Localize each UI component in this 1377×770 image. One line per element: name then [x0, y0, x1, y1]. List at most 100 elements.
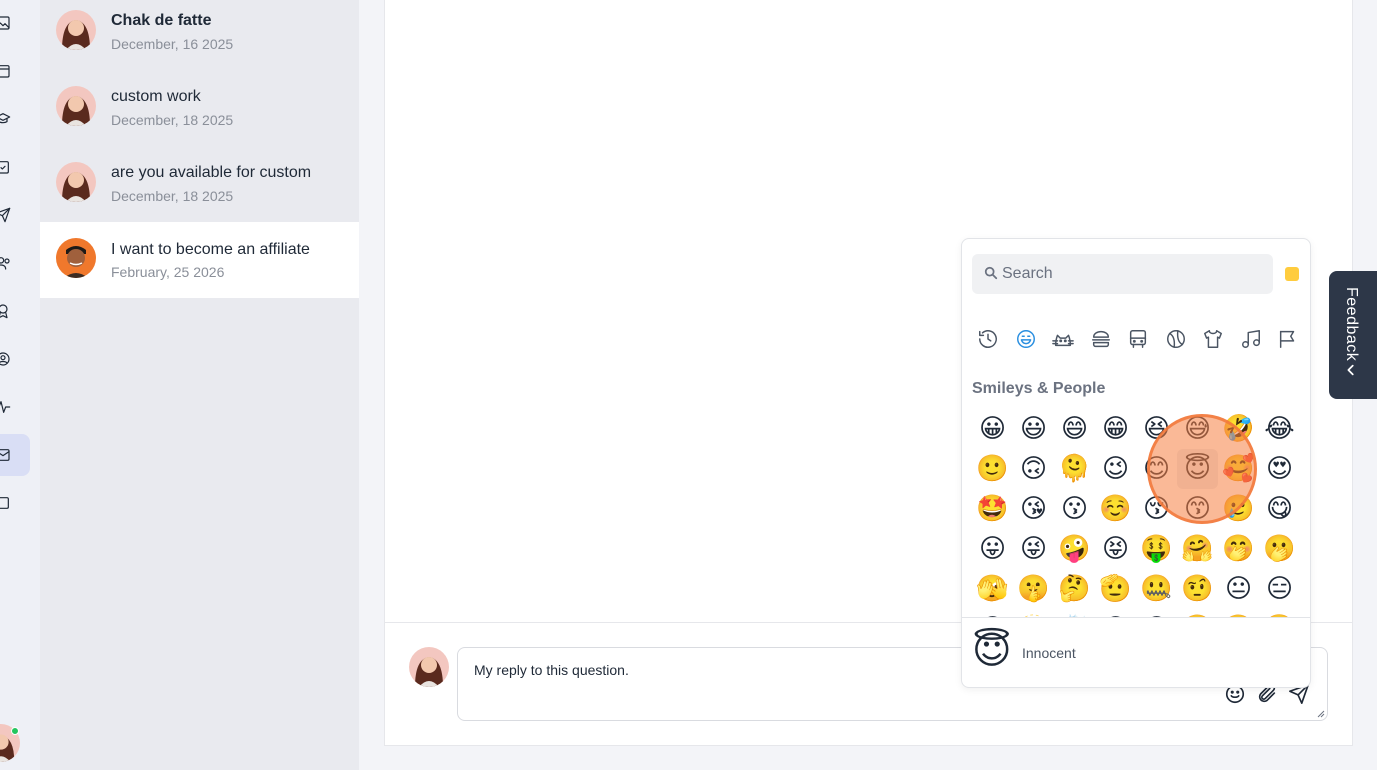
- emoji-item[interactable]: 😅: [1177, 409, 1218, 449]
- skin-tone-selector[interactable]: [1285, 267, 1299, 281]
- emoji-preview-icon: 😇: [972, 628, 1012, 672]
- emoji-item[interactable]: 😇: [1177, 449, 1218, 489]
- send-icon[interactable]: [0, 206, 12, 224]
- woman-avatar: [56, 10, 96, 50]
- emoji-item[interactable]: 🤪: [1054, 529, 1095, 569]
- conversation-title: I want to become an affiliate: [111, 241, 310, 258]
- calendar-icon[interactable]: [0, 62, 12, 80]
- conversation-date: December, 18 2025: [111, 112, 234, 128]
- emoji-item[interactable]: 😙: [1177, 489, 1218, 529]
- emoji-item[interactable]: 🤨: [1177, 569, 1218, 609]
- emoji-category-bar: [976, 327, 1300, 351]
- emoji-item[interactable]: 🤫: [1013, 569, 1054, 609]
- smiley-icon[interactable]: [1014, 327, 1038, 351]
- emoji-item[interactable]: 🤭: [1218, 529, 1259, 569]
- conversation-item[interactable]: Chak de fatte December, 16 2025: [40, 0, 359, 76]
- feedback-label: Feedback: [1343, 287, 1360, 362]
- inbox-icon[interactable]: [0, 446, 12, 464]
- emoji-item[interactable]: 😶‍🌫️: [1054, 609, 1095, 617]
- emoji-item[interactable]: 😐: [1218, 569, 1259, 609]
- emoji-item[interactable]: 😑: [1259, 569, 1300, 609]
- emoji-item[interactable]: 🥲: [1218, 489, 1259, 529]
- icon-rail: [0, 0, 40, 770]
- emoji-item[interactable]: 😄: [1054, 409, 1095, 449]
- emoji-item[interactable]: 😊: [1136, 449, 1177, 489]
- music-icon[interactable]: [1239, 327, 1263, 351]
- emoji-item[interactable]: ☺️: [1095, 489, 1136, 529]
- emoji-item[interactable]: 🫠: [1054, 449, 1095, 489]
- ball-icon[interactable]: [1164, 327, 1188, 351]
- emoji-search: [972, 254, 1273, 294]
- emoji-item[interactable]: 🤩: [972, 489, 1013, 529]
- emoji-item[interactable]: 🫥: [1013, 609, 1054, 617]
- emoji-item[interactable]: 😍: [1259, 449, 1300, 489]
- composer-avatar: [409, 647, 449, 687]
- emoji-item[interactable]: 🙂: [972, 449, 1013, 489]
- emoji-item[interactable]: 🙃: [1013, 449, 1054, 489]
- emoji-grid: 😀 😃 😄 😁 😆 😅 🤣 😂 🙂 🙃 🫠 😉 😊 😇 🥰 😍 🤩 😘 😗 ☺️ 😚 😙 🥲 😋 😛 😜 🤪 😝 🤑 🤗 🤭 🫢 🫣 🤫 🤔 🫡 🤐 🤨 😐…: [972, 409, 1308, 617]
- emoji-item[interactable]: 🤔: [1054, 569, 1095, 609]
- emoji-item[interactable]: 🤑: [1136, 529, 1177, 569]
- cat-icon[interactable]: [1051, 327, 1075, 351]
- emoji-item[interactable]: 😒: [1136, 609, 1177, 617]
- emoji-item[interactable]: 🙄: [1177, 609, 1218, 617]
- emoji-item[interactable]: 🫡: [1095, 569, 1136, 609]
- shirt-icon[interactable]: [1201, 327, 1225, 351]
- emoji-item[interactable]: 😁: [1095, 409, 1136, 449]
- emoji-item[interactable]: 😶: [972, 609, 1013, 617]
- emoji-item[interactable]: 🤗: [1177, 529, 1218, 569]
- emoji-item[interactable]: 😂: [1259, 409, 1300, 449]
- search-icon: [984, 266, 1000, 282]
- clipboard-icon[interactable]: [0, 158, 12, 176]
- conversation-item-selected[interactable]: I want to become an affiliate February, …: [40, 222, 359, 298]
- emoji-item[interactable]: 😜: [1013, 529, 1054, 569]
- square-icon[interactable]: [0, 494, 12, 512]
- emoji-item[interactable]: 🫣: [972, 569, 1013, 609]
- emoji-search-input[interactable]: [1002, 262, 1262, 286]
- emoji-item[interactable]: 🤐: [1136, 569, 1177, 609]
- burger-icon[interactable]: [1089, 327, 1113, 351]
- emoji-item[interactable]: 😃: [1013, 409, 1054, 449]
- emoji-item[interactable]: 😛: [972, 529, 1013, 569]
- emoji-item[interactable]: 🫢: [1259, 529, 1300, 569]
- emoji-section-title: Smileys & People: [972, 380, 1106, 397]
- conversation-item[interactable]: custom work December, 18 2025: [40, 76, 359, 152]
- man-avatar: [56, 238, 96, 278]
- users-icon[interactable]: [0, 254, 12, 272]
- emoji-item[interactable]: 😋: [1259, 489, 1300, 529]
- user-circle-icon[interactable]: [0, 350, 12, 368]
- activity-icon[interactable]: [0, 398, 12, 416]
- conversation-title: custom work: [111, 88, 201, 105]
- emoji-item[interactable]: 😚: [1136, 489, 1177, 529]
- flag-icon[interactable]: [1276, 327, 1300, 351]
- emoji-item[interactable]: 😀: [972, 409, 1013, 449]
- emoji-item[interactable]: 😉: [1095, 449, 1136, 489]
- chevron-left-icon: [1344, 363, 1360, 379]
- award-icon[interactable]: [0, 302, 12, 320]
- conversation-date: December, 16 2025: [111, 36, 234, 52]
- graduation-cap-icon[interactable]: [0, 110, 12, 128]
- bus-icon[interactable]: [1126, 327, 1150, 351]
- emoji-item[interactable]: 😝: [1095, 529, 1136, 569]
- conversation-date: December, 18 2025: [111, 188, 234, 204]
- clock-icon[interactable]: [976, 327, 1000, 351]
- emoji-item[interactable]: 😆: [1136, 409, 1177, 449]
- emoji-item[interactable]: 😬: [1218, 609, 1259, 617]
- emoji-item[interactable]: 😘: [1013, 489, 1054, 529]
- emoji-picker: Smileys & People 😀😃😄😁😆😅🤣😂🙂🙃🫠😉😊😇🥰😍🤩😘😗☺️😚😙…: [961, 238, 1311, 688]
- emoji-item[interactable]: 🤣: [1218, 409, 1259, 449]
- feedback-tab[interactable]: Feedback: [1329, 271, 1377, 399]
- emoji-item[interactable]: 😏: [1095, 609, 1136, 617]
- image-icon[interactable]: [0, 14, 12, 32]
- reply-text: My reply to this question.: [474, 662, 629, 678]
- online-status-dot: [11, 727, 19, 735]
- conversation-date: February, 25 2026: [111, 264, 225, 280]
- emoji-item[interactable]: 🥰: [1218, 449, 1259, 489]
- conversation-item[interactable]: are you available for custom December, 1…: [40, 152, 359, 228]
- conversation-title: Chak de fatte: [111, 12, 212, 29]
- emoji-item[interactable]: 😮‍💨: [1259, 609, 1300, 617]
- emoji-item[interactable]: 😗: [1054, 489, 1095, 529]
- resize-handle-icon[interactable]: [1317, 710, 1325, 718]
- woman-avatar: [56, 86, 96, 126]
- woman-avatar: [56, 162, 96, 202]
